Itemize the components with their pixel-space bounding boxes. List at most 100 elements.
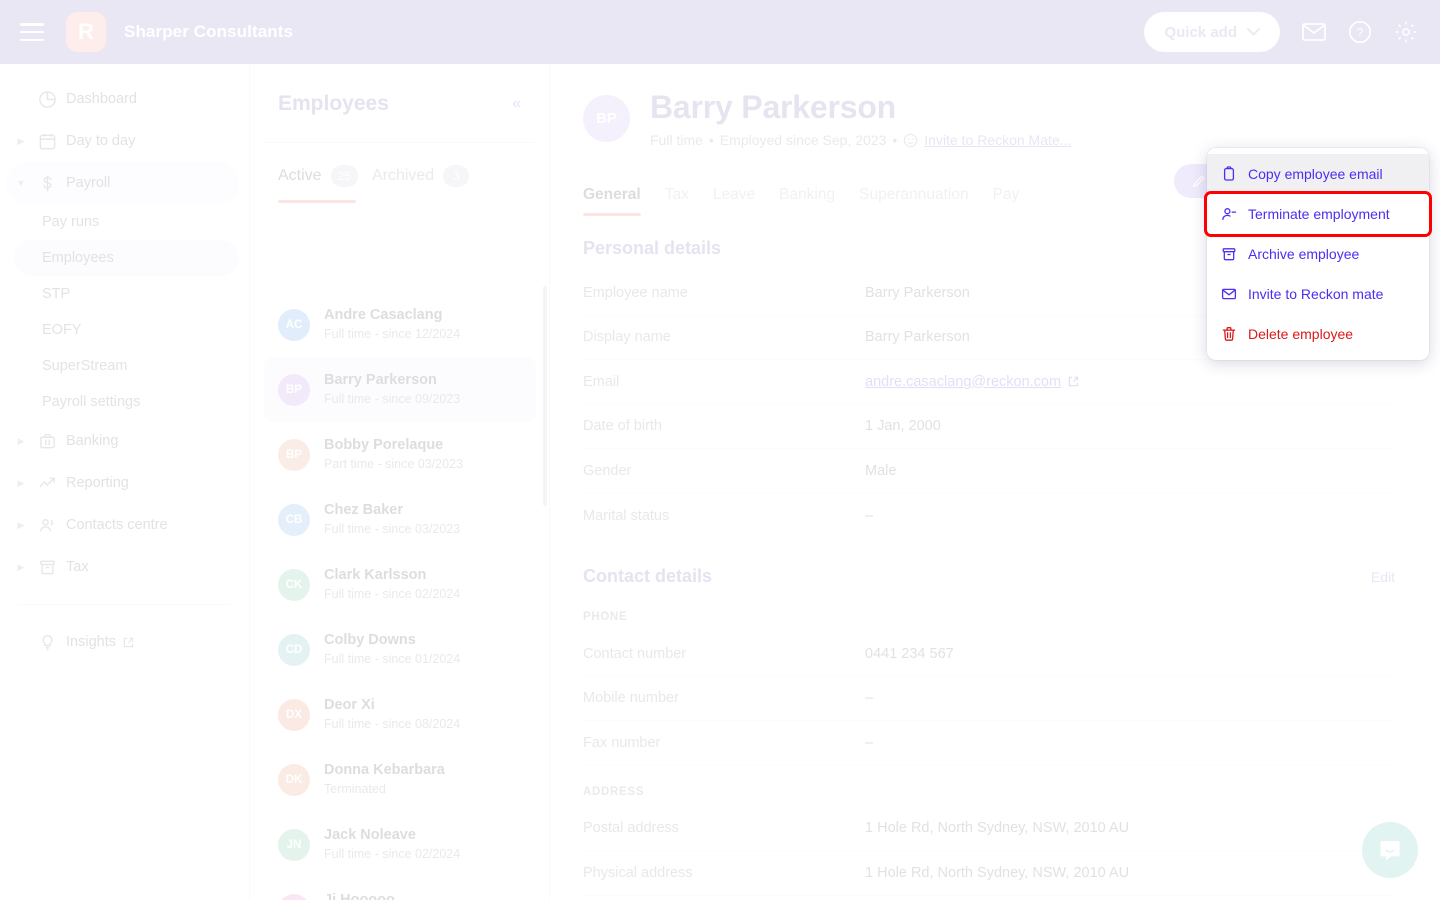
detail-value-email: andre.casaclang@reckon.com bbox=[865, 374, 1079, 390]
invite-to-reckon-mate-link[interactable]: Invite to Reckon Mate... bbox=[924, 132, 1071, 148]
chevron-right-icon[interactable]: ▶ bbox=[10, 136, 32, 147]
list-item[interactable]: AC Andre Casaclang Full time - since 12/… bbox=[264, 292, 536, 357]
list-item[interactable]: DK Donna Kebarbara Terminated bbox=[264, 747, 536, 812]
tab-tax[interactable]: Tax bbox=[665, 186, 689, 216]
employment-type: Full time bbox=[650, 132, 703, 148]
brand-logo[interactable]: R bbox=[66, 12, 106, 52]
avatar: AC bbox=[278, 308, 310, 341]
sidebar-item-day-to-day[interactable]: ▶ Day to day bbox=[6, 120, 239, 162]
top-bar-actions: Quick add ? bbox=[1144, 12, 1418, 52]
sidebar-divider bbox=[18, 604, 231, 605]
sidebar-item-payroll[interactable]: ▼ Payroll bbox=[6, 162, 239, 204]
detail-row: Fax number – bbox=[583, 721, 1395, 766]
detail-label: Contact number bbox=[583, 645, 687, 662]
avatar: CK bbox=[278, 568, 310, 601]
sidebar-item-pay-runs[interactable]: Pay runs bbox=[14, 204, 239, 240]
employee-list-scrollbar[interactable] bbox=[543, 286, 547, 506]
sidebar-item-dashboard[interactable]: Dashboard bbox=[6, 78, 239, 120]
clipboard-icon bbox=[1221, 166, 1237, 182]
list-item-name: Deor Xi bbox=[324, 697, 375, 714]
tab-active-underline bbox=[278, 200, 356, 203]
person-minus-icon bbox=[1221, 206, 1237, 222]
menu-item-copy-employee-email[interactable]: Copy employee email bbox=[1207, 154, 1429, 194]
detail-label: Display name bbox=[583, 329, 671, 346]
sidebar-item-insights[interactable]: Insights bbox=[6, 621, 239, 663]
mail-icon[interactable] bbox=[1302, 22, 1326, 42]
quick-add-button[interactable]: Quick add bbox=[1144, 12, 1280, 52]
list-item-sub: Part time - since 03/2023 bbox=[324, 456, 463, 471]
chat-widget-button[interactable] bbox=[1362, 822, 1418, 878]
tab-active[interactable]: Active 25 bbox=[278, 165, 358, 203]
menu-item-archive-employee[interactable]: Archive employee bbox=[1207, 234, 1429, 274]
chevron-right-icon[interactable]: ▶ bbox=[10, 436, 32, 447]
sidebar-item-reporting[interactable]: ▶ Reporting bbox=[6, 462, 239, 504]
sidebar-item-superstream[interactable]: SuperStream bbox=[14, 348, 239, 384]
dollar-icon bbox=[32, 174, 62, 193]
archive-box-icon bbox=[1221, 246, 1237, 262]
list-item[interactable]: CD Colby Downs Full time - since 01/2024 bbox=[264, 617, 536, 682]
tab-leave[interactable]: Leave bbox=[713, 186, 755, 216]
avatar: CD bbox=[278, 633, 310, 666]
menu-item-terminate-employment[interactable]: Terminate employment bbox=[1204, 191, 1432, 237]
list-item-sub: Terminated bbox=[324, 781, 386, 796]
list-item-name: Jj Hooooo bbox=[324, 891, 452, 900]
chevron-right-icon[interactable]: ▶ bbox=[10, 562, 32, 573]
list-item-name: Chez Baker bbox=[324, 502, 403, 519]
edit-contact-details-link[interactable]: Edit bbox=[1371, 569, 1395, 585]
chevron-right-icon[interactable]: ▶ bbox=[10, 520, 32, 531]
sidebar-item-banking[interactable]: ▶ Banking bbox=[6, 420, 239, 462]
section-title: Contact details bbox=[583, 566, 713, 586]
sidebar-item-stp[interactable]: STP bbox=[14, 276, 239, 312]
menu-item-label: Invite to Reckon mate bbox=[1248, 286, 1384, 302]
detail-row: Gender Male bbox=[583, 449, 1395, 494]
list-item[interactable]: JN Jack Noleave Full time - since 02/202… bbox=[264, 812, 536, 877]
list-item-name: Colby Downs bbox=[324, 632, 416, 649]
chevron-double-left-icon[interactable]: « bbox=[512, 95, 521, 113]
employee-list-title: Employees bbox=[278, 92, 389, 115]
sidebar-item-eofy[interactable]: EOFY bbox=[14, 312, 239, 348]
gear-icon[interactable] bbox=[1394, 20, 1418, 44]
list-item[interactable]: JH Jj Hooooo Casual - since 07/2024 bbox=[264, 877, 536, 900]
sidebar-label: Dashboard bbox=[66, 91, 137, 107]
tab-general[interactable]: General bbox=[583, 186, 641, 216]
avatar: BP bbox=[278, 373, 310, 406]
detail-value: 1 Hole Rd, North Sydney, NSW, 2010 AU bbox=[865, 820, 1130, 837]
email-link[interactable]: andre.casaclang@reckon.com bbox=[865, 374, 1061, 390]
people-icon bbox=[32, 516, 62, 535]
tab-banking[interactable]: Banking bbox=[779, 186, 835, 216]
sidebar-nav: Dashboard ▶ Day to day ▼ Payroll Pay run… bbox=[0, 64, 250, 900]
list-item[interactable]: BP Bobby Porelaque Part time - since 03/… bbox=[264, 422, 536, 487]
detail-row: Physical address 1 Hole Rd, North Sydney… bbox=[583, 851, 1395, 896]
sidebar-sub-label: Payroll settings bbox=[42, 394, 141, 410]
trend-up-icon bbox=[32, 474, 62, 493]
sidebar-label: Insights bbox=[66, 634, 116, 650]
list-item[interactable]: DX Deor Xi Full time - since 08/2024 bbox=[264, 682, 536, 747]
help-icon[interactable]: ? bbox=[1348, 20, 1372, 44]
employee-list-scroll[interactable]: AC Andre Casaclang Full time - since 12/… bbox=[250, 292, 549, 900]
app-root: R Sharper Consultants Quick add ? Dashbo… bbox=[0, 0, 1440, 900]
employee-list-header: Employees « bbox=[250, 64, 549, 116]
employee-list-panel: Employees « Active 25 Archived 3 AC Andr… bbox=[250, 64, 550, 900]
chevron-right-icon[interactable]: ▶ bbox=[10, 478, 32, 489]
sidebar-item-contacts-centre[interactable]: ▶ Contacts centre bbox=[6, 504, 239, 546]
menu-item-label: Delete employee bbox=[1248, 326, 1354, 342]
sidebar-item-payroll-settings[interactable]: Payroll settings bbox=[14, 384, 239, 420]
sidebar-item-tax[interactable]: ▶ Tax bbox=[6, 546, 239, 588]
tab-archived[interactable]: Archived 3 bbox=[372, 165, 470, 187]
list-item[interactable]: CB Chez Baker Full time - since 03/2023 bbox=[264, 487, 536, 552]
detail-row: Contact number 0441 234 567 bbox=[583, 632, 1395, 677]
hamburger-icon[interactable] bbox=[20, 23, 44, 41]
sidebar-item-employees[interactable]: Employees bbox=[14, 240, 239, 276]
chevron-down-icon[interactable]: ▼ bbox=[10, 178, 32, 188]
menu-item-label: Terminate employment bbox=[1248, 206, 1390, 222]
list-item[interactable]: CK Clark Karlsson Full time - since 02/2… bbox=[264, 552, 536, 617]
tab-pay[interactable]: Pay bbox=[993, 186, 1020, 216]
list-item[interactable]: BP Barry Parkerson Full time - since 09/… bbox=[264, 357, 536, 422]
menu-item-delete-employee[interactable]: Delete employee bbox=[1207, 314, 1429, 354]
external-link-icon[interactable] bbox=[1068, 376, 1079, 387]
phone-rows: Contact number 0441 234 567 Mobile numbe… bbox=[550, 623, 1440, 766]
section-title: Personal details bbox=[583, 238, 722, 258]
phone-subheading: PHONE bbox=[583, 611, 628, 623]
menu-item-invite-to-reckon-mate[interactable]: Invite to Reckon mate bbox=[1207, 274, 1429, 314]
tab-superannuation[interactable]: Superannuation bbox=[859, 186, 968, 216]
